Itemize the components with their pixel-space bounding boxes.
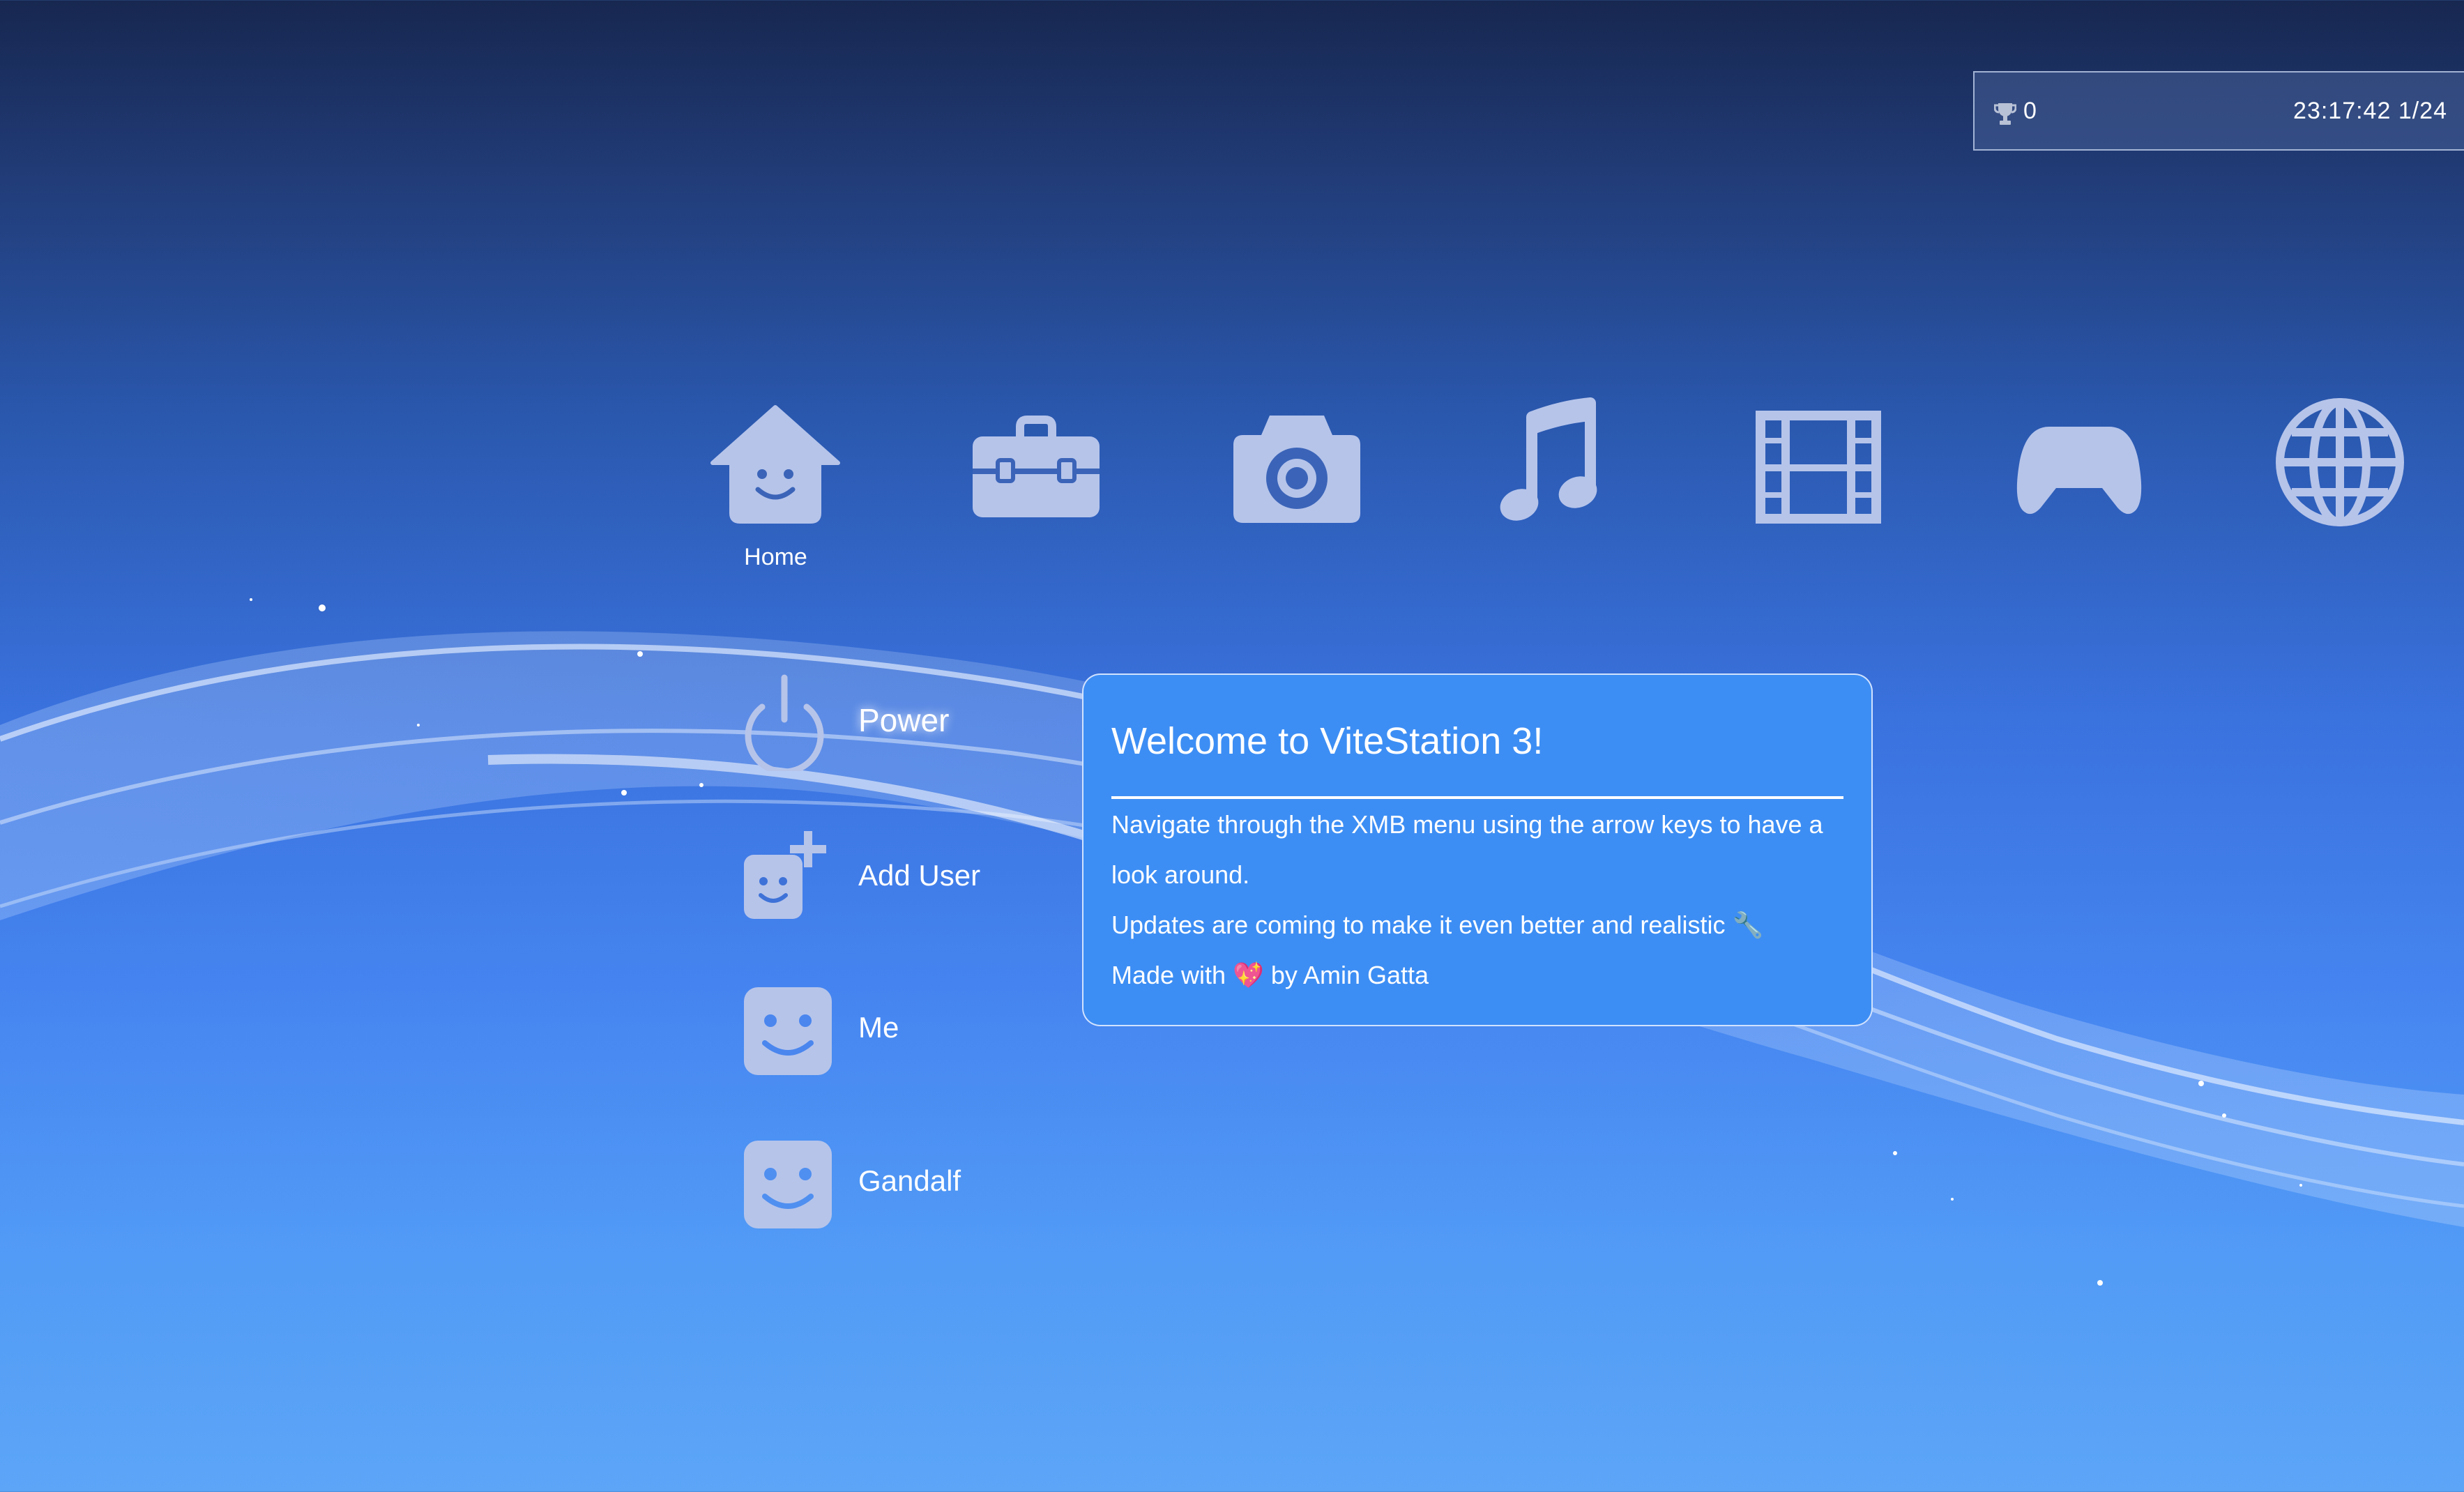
popup-text-line: Updates are coming to make it even bette… xyxy=(1111,911,1764,939)
user-face-icon xyxy=(744,987,832,1075)
user-face-icon xyxy=(744,1141,832,1228)
trophy-count: 0 xyxy=(2023,98,2037,124)
film-icon xyxy=(1756,411,1881,524)
popup-text-line: Navigate through the XMB menu using the … xyxy=(1111,810,1823,839)
popup-divider xyxy=(1111,796,1843,799)
status-bar: 0 23:17:42 1/24 xyxy=(1973,71,2464,151)
submenu-label-add-user: Add User xyxy=(858,859,981,892)
submenu-label-me: Me xyxy=(858,1011,899,1044)
welcome-popup: Welcome to ViteStation 3! Navigate throu… xyxy=(1082,673,1873,1026)
toolbox-icon xyxy=(973,416,1100,517)
category-video[interactable] xyxy=(1752,396,1885,528)
power-icon xyxy=(745,674,824,771)
category-settings[interactable] xyxy=(970,396,1102,528)
category-music[interactable] xyxy=(1491,396,1624,528)
category-network[interactable] xyxy=(2274,396,2406,528)
popup-credit-line: Made with 💖 by Amin Gatta xyxy=(1111,961,1429,989)
category-photo[interactable] xyxy=(1231,396,1363,528)
globe-icon xyxy=(2276,398,2404,526)
submenu-label-gandalf: Gandalf xyxy=(858,1164,961,1197)
category-home[interactable] xyxy=(709,396,842,528)
submenu-item-gandalf[interactable]: Gandalf xyxy=(736,1132,1363,1230)
add-user-icon xyxy=(744,831,826,919)
home-icon xyxy=(710,405,840,524)
popup-text-line: look around. xyxy=(1111,860,1250,889)
popup-title: Welcome to ViteStation 3! xyxy=(1111,720,1544,762)
gamepad-icon xyxy=(2016,427,2142,515)
clock: 23:17:42 1/24 xyxy=(2293,98,2447,124)
music-note-icon xyxy=(1500,397,1597,521)
category-label-home: Home xyxy=(744,544,807,570)
category-game[interactable] xyxy=(2013,396,2145,528)
trophy-icon xyxy=(1994,103,2016,125)
camera-icon xyxy=(1233,416,1360,523)
submenu-label-power: Power xyxy=(858,702,950,738)
